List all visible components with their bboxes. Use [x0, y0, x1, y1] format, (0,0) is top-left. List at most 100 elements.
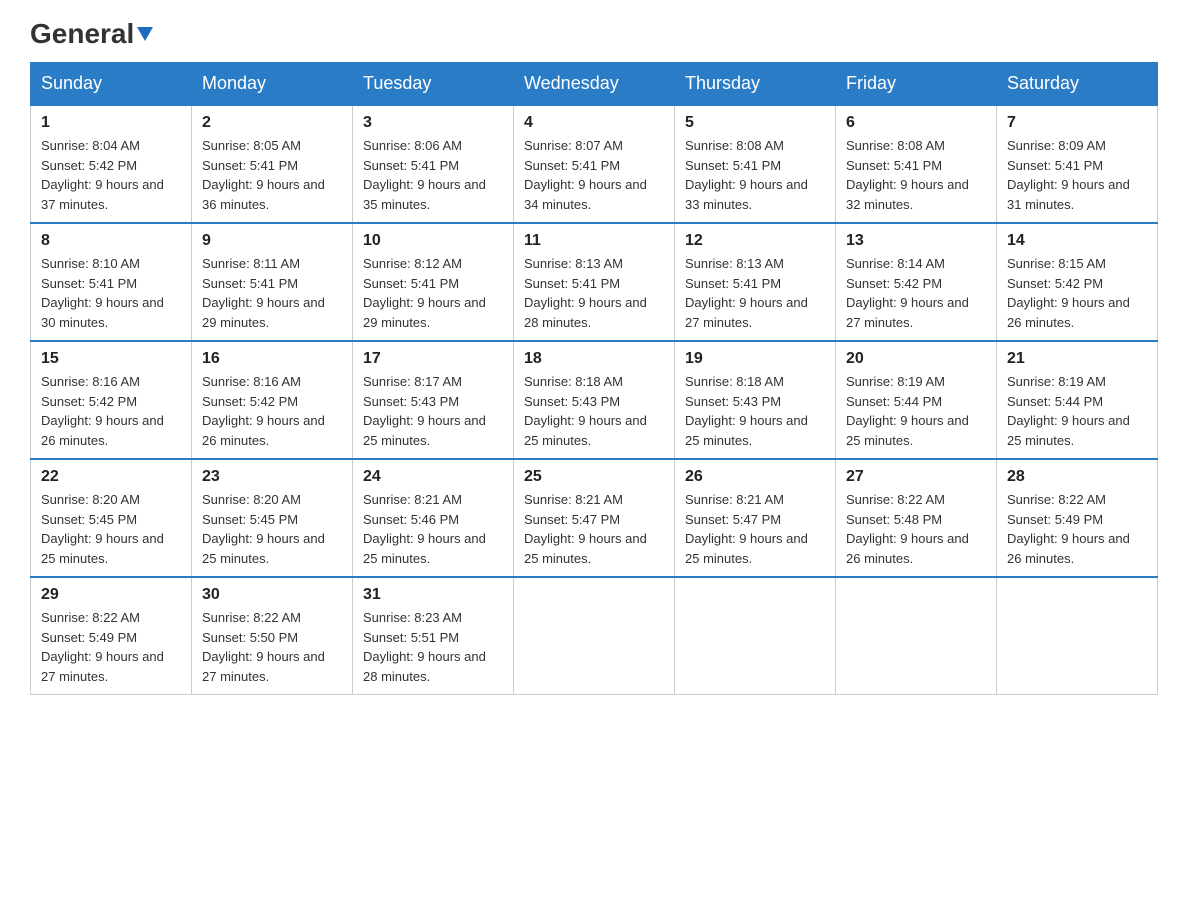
day-number: 17 — [363, 350, 503, 368]
calendar-day-cell: 25 Sunrise: 8:21 AMSunset: 5:47 PMDaylig… — [514, 459, 675, 577]
day-number: 23 — [202, 468, 342, 486]
logo: General — [30, 20, 153, 44]
day-number: 9 — [202, 232, 342, 250]
calendar-day-cell — [997, 577, 1158, 695]
day-number: 31 — [363, 586, 503, 604]
day-info: Sunrise: 8:13 AMSunset: 5:41 PMDaylight:… — [685, 256, 808, 330]
page-header: General — [30, 20, 1158, 44]
day-header-saturday: Saturday — [997, 63, 1158, 106]
day-info: Sunrise: 8:19 AMSunset: 5:44 PMDaylight:… — [1007, 374, 1130, 448]
calendar-day-cell: 15 Sunrise: 8:16 AMSunset: 5:42 PMDaylig… — [31, 341, 192, 459]
calendar-day-cell: 31 Sunrise: 8:23 AMSunset: 5:51 PMDaylig… — [353, 577, 514, 695]
calendar-day-cell: 13 Sunrise: 8:14 AMSunset: 5:42 PMDaylig… — [836, 223, 997, 341]
day-number: 8 — [41, 232, 181, 250]
calendar-day-cell: 30 Sunrise: 8:22 AMSunset: 5:50 PMDaylig… — [192, 577, 353, 695]
day-header-wednesday: Wednesday — [514, 63, 675, 106]
day-number: 22 — [41, 468, 181, 486]
calendar-day-cell: 8 Sunrise: 8:10 AMSunset: 5:41 PMDayligh… — [31, 223, 192, 341]
logo-text: General — [30, 20, 153, 48]
calendar-day-cell: 24 Sunrise: 8:21 AMSunset: 5:46 PMDaylig… — [353, 459, 514, 577]
calendar-week-row: 15 Sunrise: 8:16 AMSunset: 5:42 PMDaylig… — [31, 341, 1158, 459]
day-number: 14 — [1007, 232, 1147, 250]
day-number: 7 — [1007, 114, 1147, 132]
calendar-week-row: 1 Sunrise: 8:04 AMSunset: 5:42 PMDayligh… — [31, 105, 1158, 223]
calendar-header-row: SundayMondayTuesdayWednesdayThursdayFrid… — [31, 63, 1158, 106]
calendar-day-cell: 21 Sunrise: 8:19 AMSunset: 5:44 PMDaylig… — [997, 341, 1158, 459]
day-info: Sunrise: 8:04 AMSunset: 5:42 PMDaylight:… — [41, 138, 164, 212]
day-number: 27 — [846, 468, 986, 486]
day-header-monday: Monday — [192, 63, 353, 106]
day-info: Sunrise: 8:20 AMSunset: 5:45 PMDaylight:… — [202, 492, 325, 566]
calendar-day-cell: 4 Sunrise: 8:07 AMSunset: 5:41 PMDayligh… — [514, 105, 675, 223]
day-number: 21 — [1007, 350, 1147, 368]
calendar-day-cell: 9 Sunrise: 8:11 AMSunset: 5:41 PMDayligh… — [192, 223, 353, 341]
calendar-day-cell: 5 Sunrise: 8:08 AMSunset: 5:41 PMDayligh… — [675, 105, 836, 223]
calendar-day-cell — [836, 577, 997, 695]
calendar-day-cell: 23 Sunrise: 8:20 AMSunset: 5:45 PMDaylig… — [192, 459, 353, 577]
day-info: Sunrise: 8:08 AMSunset: 5:41 PMDaylight:… — [685, 138, 808, 212]
day-number: 24 — [363, 468, 503, 486]
calendar-day-cell: 12 Sunrise: 8:13 AMSunset: 5:41 PMDaylig… — [675, 223, 836, 341]
day-info: Sunrise: 8:08 AMSunset: 5:41 PMDaylight:… — [846, 138, 969, 212]
calendar-day-cell: 1 Sunrise: 8:04 AMSunset: 5:42 PMDayligh… — [31, 105, 192, 223]
calendar-day-cell: 10 Sunrise: 8:12 AMSunset: 5:41 PMDaylig… — [353, 223, 514, 341]
day-info: Sunrise: 8:20 AMSunset: 5:45 PMDaylight:… — [41, 492, 164, 566]
day-number: 3 — [363, 114, 503, 132]
day-info: Sunrise: 8:21 AMSunset: 5:47 PMDaylight:… — [685, 492, 808, 566]
calendar-day-cell: 20 Sunrise: 8:19 AMSunset: 5:44 PMDaylig… — [836, 341, 997, 459]
day-info: Sunrise: 8:18 AMSunset: 5:43 PMDaylight:… — [685, 374, 808, 448]
day-number: 5 — [685, 114, 825, 132]
day-info: Sunrise: 8:09 AMSunset: 5:41 PMDaylight:… — [1007, 138, 1130, 212]
day-info: Sunrise: 8:23 AMSunset: 5:51 PMDaylight:… — [363, 610, 486, 684]
day-header-friday: Friday — [836, 63, 997, 106]
day-number: 11 — [524, 232, 664, 250]
day-info: Sunrise: 8:18 AMSunset: 5:43 PMDaylight:… — [524, 374, 647, 448]
day-info: Sunrise: 8:21 AMSunset: 5:47 PMDaylight:… — [524, 492, 647, 566]
day-number: 18 — [524, 350, 664, 368]
calendar-day-cell: 18 Sunrise: 8:18 AMSunset: 5:43 PMDaylig… — [514, 341, 675, 459]
day-number: 28 — [1007, 468, 1147, 486]
day-number: 1 — [41, 114, 181, 132]
calendar-day-cell: 6 Sunrise: 8:08 AMSunset: 5:41 PMDayligh… — [836, 105, 997, 223]
day-header-tuesday: Tuesday — [353, 63, 514, 106]
day-header-sunday: Sunday — [31, 63, 192, 106]
calendar-day-cell: 7 Sunrise: 8:09 AMSunset: 5:41 PMDayligh… — [997, 105, 1158, 223]
day-info: Sunrise: 8:16 AMSunset: 5:42 PMDaylight:… — [202, 374, 325, 448]
day-number: 2 — [202, 114, 342, 132]
day-info: Sunrise: 8:22 AMSunset: 5:48 PMDaylight:… — [846, 492, 969, 566]
day-number: 10 — [363, 232, 503, 250]
day-info: Sunrise: 8:21 AMSunset: 5:46 PMDaylight:… — [363, 492, 486, 566]
day-number: 26 — [685, 468, 825, 486]
day-number: 12 — [685, 232, 825, 250]
day-info: Sunrise: 8:22 AMSunset: 5:49 PMDaylight:… — [41, 610, 164, 684]
calendar-day-cell: 28 Sunrise: 8:22 AMSunset: 5:49 PMDaylig… — [997, 459, 1158, 577]
day-info: Sunrise: 8:05 AMSunset: 5:41 PMDaylight:… — [202, 138, 325, 212]
calendar-day-cell: 22 Sunrise: 8:20 AMSunset: 5:45 PMDaylig… — [31, 459, 192, 577]
day-info: Sunrise: 8:19 AMSunset: 5:44 PMDaylight:… — [846, 374, 969, 448]
day-number: 16 — [202, 350, 342, 368]
calendar-day-cell: 27 Sunrise: 8:22 AMSunset: 5:48 PMDaylig… — [836, 459, 997, 577]
day-info: Sunrise: 8:13 AMSunset: 5:41 PMDaylight:… — [524, 256, 647, 330]
calendar-day-cell: 3 Sunrise: 8:06 AMSunset: 5:41 PMDayligh… — [353, 105, 514, 223]
calendar-day-cell: 11 Sunrise: 8:13 AMSunset: 5:41 PMDaylig… — [514, 223, 675, 341]
day-info: Sunrise: 8:07 AMSunset: 5:41 PMDaylight:… — [524, 138, 647, 212]
day-number: 20 — [846, 350, 986, 368]
calendar-week-row: 22 Sunrise: 8:20 AMSunset: 5:45 PMDaylig… — [31, 459, 1158, 577]
day-info: Sunrise: 8:12 AMSunset: 5:41 PMDaylight:… — [363, 256, 486, 330]
calendar-week-row: 29 Sunrise: 8:22 AMSunset: 5:49 PMDaylig… — [31, 577, 1158, 695]
day-number: 4 — [524, 114, 664, 132]
day-info: Sunrise: 8:06 AMSunset: 5:41 PMDaylight:… — [363, 138, 486, 212]
calendar-day-cell — [675, 577, 836, 695]
day-number: 13 — [846, 232, 986, 250]
day-info: Sunrise: 8:14 AMSunset: 5:42 PMDaylight:… — [846, 256, 969, 330]
calendar-week-row: 8 Sunrise: 8:10 AMSunset: 5:41 PMDayligh… — [31, 223, 1158, 341]
calendar-table: SundayMondayTuesdayWednesdayThursdayFrid… — [30, 62, 1158, 695]
calendar-day-cell — [514, 577, 675, 695]
calendar-day-cell: 29 Sunrise: 8:22 AMSunset: 5:49 PMDaylig… — [31, 577, 192, 695]
day-info: Sunrise: 8:10 AMSunset: 5:41 PMDaylight:… — [41, 256, 164, 330]
calendar-day-cell: 19 Sunrise: 8:18 AMSunset: 5:43 PMDaylig… — [675, 341, 836, 459]
day-number: 19 — [685, 350, 825, 368]
day-number: 25 — [524, 468, 664, 486]
day-number: 15 — [41, 350, 181, 368]
day-info: Sunrise: 8:17 AMSunset: 5:43 PMDaylight:… — [363, 374, 486, 448]
